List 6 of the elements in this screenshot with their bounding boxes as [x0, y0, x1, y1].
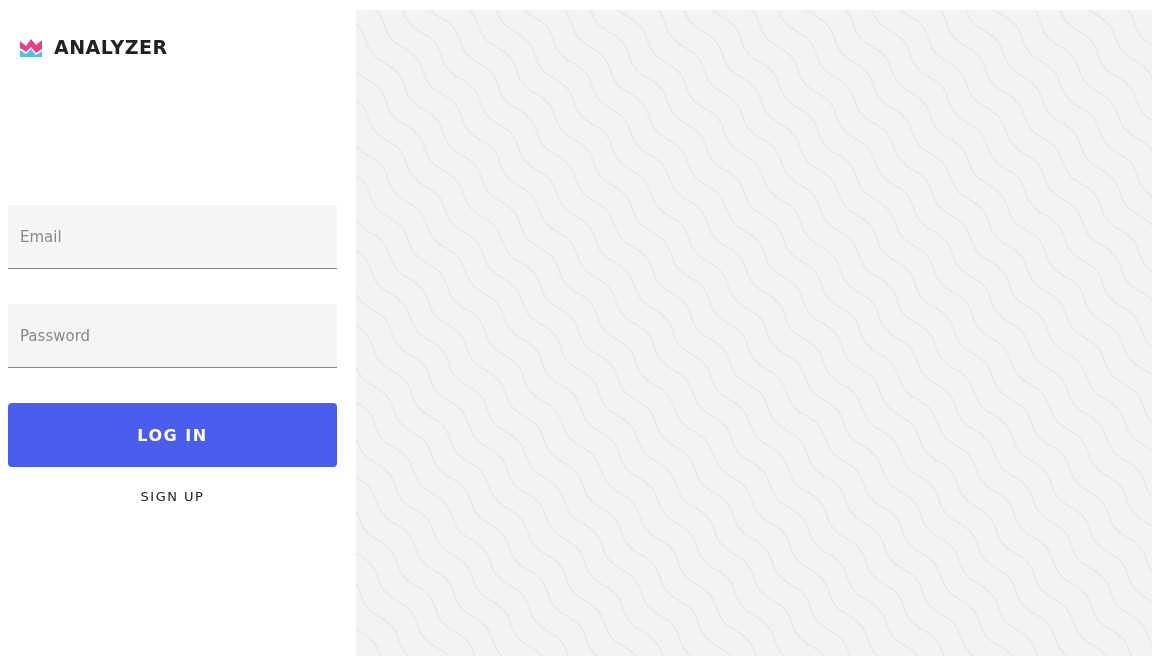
login-button[interactable]: LOG IN: [8, 403, 337, 467]
password-field[interactable]: Password: [8, 304, 337, 368]
signup-button[interactable]: SIGN UP: [130, 483, 215, 510]
logo-icon: [20, 37, 42, 57]
app-name: ANALYZER: [54, 36, 168, 58]
email-field[interactable]: Email: [8, 205, 337, 269]
